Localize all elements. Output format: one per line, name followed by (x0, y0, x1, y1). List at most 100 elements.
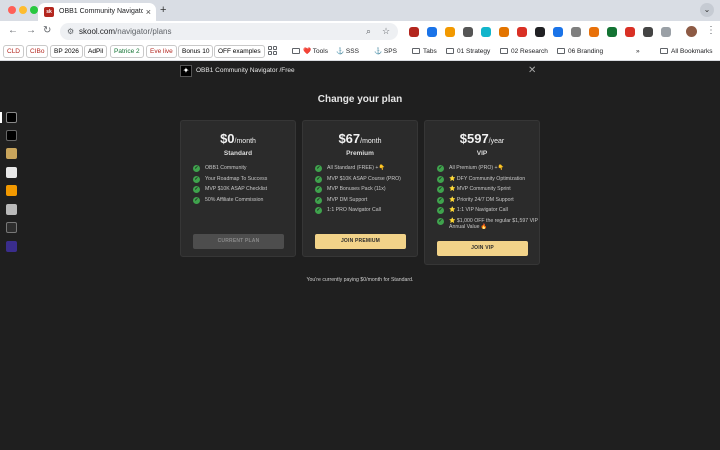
apps-grid-icon[interactable] (268, 46, 277, 55)
puzzle-extensions-icon[interactable] (661, 27, 671, 37)
feature-item: ✓ All Standard (FREE) +👇 (315, 165, 385, 172)
url-text: skool.com/navigator/plans (79, 27, 172, 36)
site-info-icon[interactable]: ⚙ (67, 25, 74, 38)
bookmark-chip[interactable]: CLD (3, 45, 25, 58)
folder-icon (446, 48, 454, 54)
extension-icon-9[interactable] (553, 27, 563, 37)
community-icon-6[interactable] (6, 204, 17, 215)
community-rail (0, 61, 22, 450)
extension-icon-14[interactable] (643, 27, 653, 37)
bookmark-folder-research[interactable]: 02 Research (500, 45, 548, 58)
community-icon-7[interactable] (6, 222, 17, 233)
extension-icon-8[interactable] (535, 27, 545, 37)
feature-item: ✓ ⭐ $1,000 OFF the regular $1,597 VIP Ann… (437, 217, 538, 230)
back-button[interactable]: ← (8, 24, 18, 38)
extension-icon-1[interactable] (409, 27, 419, 37)
community-icon-4[interactable] (6, 167, 17, 178)
plan-name: VIP (476, 150, 488, 157)
rail-active-indicator (0, 112, 2, 123)
extension-icon-7[interactable] (517, 27, 527, 37)
bookmark-chip[interactable]: OFF examples (214, 45, 265, 58)
plan-card-premium: $67/month Premium ✓ All Standard (FREE) +… (302, 120, 418, 257)
close-icon[interactable]: ✕ (528, 64, 536, 77)
community-icon-8[interactable] (6, 241, 17, 252)
maximize-window-button[interactable] (30, 6, 38, 14)
bookmark-folder-tabs[interactable]: Tabs (412, 45, 437, 58)
bookmark-folder-strategy[interactable]: 01 Strategy (446, 45, 490, 58)
bookmark-folder-branding[interactable]: 06 Branding (557, 45, 603, 58)
bookmarks-bar: CLD CIBo BP 2026 AdPil Patrice 2 Eve liv… (0, 42, 720, 61)
extension-icon-13[interactable] (625, 27, 635, 37)
tab-close-icon[interactable]: × (146, 6, 151, 18)
bookmark-sps[interactable]: ⚓ SPS (374, 45, 397, 58)
community-icon-5[interactable] (6, 185, 17, 196)
tab-search-button[interactable]: ⌄ (700, 3, 714, 17)
folder-icon (500, 48, 508, 54)
check-icon: ✓ (193, 196, 200, 204)
extension-icon-3[interactable] (445, 27, 455, 37)
profile-avatar[interactable] (686, 26, 697, 37)
bookmark-chip[interactable]: AdPil (84, 45, 108, 58)
plan-name: Standard (223, 150, 253, 157)
check-icon: ✓ (193, 165, 200, 172)
feature-item: ✓ MVP $10K ASAP Course (PRO) (315, 175, 401, 183)
community-icon-3[interactable] (6, 148, 17, 159)
community-title: OBB1 Community Navigator /Free (196, 67, 295, 74)
feature-item: ✓ ⭐ DFY Community Optimization (437, 175, 526, 183)
check-icon: ✓ (315, 186, 322, 193)
community-logo[interactable]: ✦ (180, 65, 192, 77)
feature-item: ✓ MVP Bonuses Pack (11x) (315, 186, 386, 193)
check-icon: ✓ (437, 165, 444, 172)
plan-price: $67/month (338, 131, 382, 146)
join-premium-button[interactable]: JOIN PREMIUM (315, 234, 406, 249)
community-icon-2[interactable] (6, 130, 17, 141)
folder-icon (660, 48, 668, 54)
extension-icon-11[interactable] (589, 27, 599, 37)
forward-button[interactable]: → (26, 24, 36, 38)
reload-button[interactable]: ↻ (43, 24, 51, 38)
all-bookmarks-folder[interactable]: All Bookmarks (660, 45, 713, 58)
check-icon: ✓ (437, 186, 444, 193)
feature-list: ✓ All Premium (PRO) +👇 ✓ ⭐ DFY Community O… (437, 165, 541, 232)
bookmark-chip[interactable]: BP 2026 (50, 45, 83, 58)
bookmark-chip[interactable]: Bonus 10 (178, 45, 214, 58)
extension-icon-10[interactable] (571, 27, 581, 37)
join-vip-button[interactable]: JOIN VIP (437, 241, 528, 256)
feature-item: ✓ ⭐ MVP Community Sprint (437, 186, 511, 193)
current-plan-note: You're currently paying $0/month for Sta… (306, 277, 414, 283)
extension-icon-5[interactable] (481, 27, 491, 37)
plan-name: Premium (346, 150, 374, 157)
plan-price: $597/year (459, 131, 505, 146)
check-icon: ✓ (437, 207, 444, 214)
bookmarks-overflow-button[interactable]: » (636, 45, 640, 58)
zoom-icon[interactable]: ⌕ (366, 25, 371, 38)
browser-toolbar: ← → ↻ ⚙ skool.com/navigator/plans ⌕ ☆ ⋮ (0, 21, 720, 42)
bookmark-star-icon[interactable]: ☆ (382, 25, 390, 38)
bookmark-chip[interactable]: Eve live (146, 45, 177, 58)
tab-title: OBB1 Community Navigator / (59, 8, 143, 15)
bookmark-chip[interactable]: CIBo (26, 45, 49, 58)
close-window-button[interactable] (8, 6, 16, 14)
minimize-window-button[interactable] (19, 6, 27, 14)
page-content: ✦ OBB1 Community Navigator /Free ✕ Chang… (0, 61, 720, 450)
browser-tab-strip: sk OBB1 Community Navigator / × + ⌄ (0, 0, 720, 21)
bookmark-folder-tools[interactable]: ❤️ Tools (292, 45, 328, 58)
feature-item: ✓ All Premium (PRO) +👇 (437, 165, 505, 172)
address-bar[interactable]: ⚙ skool.com/navigator/plans ⌕ ☆ (60, 23, 398, 40)
feature-item: ✓ 1:1 PRO Navigator Call (315, 207, 381, 214)
check-icon: ✓ (315, 165, 322, 172)
bookmark-sss[interactable]: ⚓ SSS (336, 45, 359, 58)
bookmark-chip[interactable]: Patrice 2 (110, 45, 144, 58)
browser-tab-active[interactable]: sk OBB1 Community Navigator / × (38, 3, 156, 21)
extension-icon-12[interactable] (607, 27, 617, 37)
feature-item: ✓ ⭐ 1:1 VIP Navigator Call (437, 207, 508, 214)
community-icon-obb1[interactable] (6, 112, 17, 123)
new-tab-button[interactable]: + (160, 3, 166, 17)
feature-item: ✓ 50% Affiliate Commission (193, 196, 264, 204)
current-plan-button: CURRENT PLAN (193, 234, 284, 249)
plan-card-standard: $0/month Standard ✓ OBB1 Community ✓ Your … (180, 120, 296, 257)
browser-menu-icon[interactable]: ⋮ (706, 24, 716, 38)
extension-icon-6[interactable] (499, 27, 509, 37)
extension-icon-2[interactable] (427, 27, 437, 37)
extension-icon-4[interactable] (463, 27, 473, 37)
